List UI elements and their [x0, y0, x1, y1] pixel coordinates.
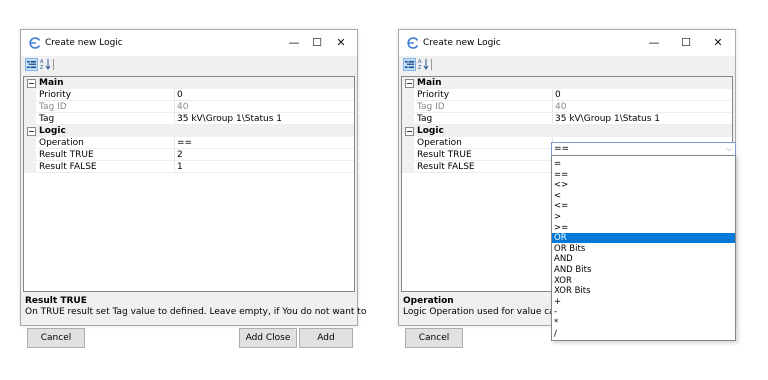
property-row-result-false[interactable]: Result FALSE 1 [24, 161, 354, 173]
property-grid: Main Priority 0 Tag ID 40 Tag 35 kV\Grou… [23, 76, 355, 292]
row-gutter [24, 161, 36, 173]
add-close-button[interactable]: Add Close [239, 328, 297, 348]
property-grid-toolbar: A Z [21, 56, 357, 74]
dropdown-option[interactable]: / [552, 329, 735, 339]
property-row-priority[interactable]: Priority 0 [402, 89, 732, 101]
title-bar[interactable]: Create new Logic — ☐ ✕ [399, 30, 735, 56]
svg-text:Z: Z [418, 65, 422, 70]
category-logic[interactable]: Logic [24, 125, 354, 137]
category-main[interactable]: Main [24, 77, 354, 89]
property-grid-toolbar: A Z [399, 56, 735, 74]
dropdown-option[interactable]: - [552, 307, 735, 317]
category-main[interactable]: Main [402, 77, 732, 89]
property-row-operation[interactable]: Operation == [24, 137, 354, 149]
maximize-icon[interactable]: ☐ [676, 35, 696, 51]
dropdown-option[interactable]: + [552, 297, 735, 307]
dropdown-option[interactable]: <> [552, 180, 735, 190]
window-title: Create new Logic [45, 38, 123, 48]
dropdown-option[interactable]: OR [552, 233, 735, 244]
categorized-view-icon[interactable] [403, 58, 416, 71]
minimize-icon[interactable]: — [644, 35, 664, 51]
row-gutter [402, 161, 414, 173]
dropdown-option[interactable]: >= [552, 223, 735, 233]
operation-dropdown-list[interactable]: = == <> < <= > >= OR OR Bits AND AND Bits XOR XOR Bi… [551, 155, 736, 341]
dropdown-option[interactable]: XOR Bits [552, 286, 735, 296]
row-gutter [402, 137, 414, 149]
dropdown-arrow-icon[interactable]: ⌵ [723, 143, 735, 155]
dropdown-option[interactable]: > [552, 212, 735, 222]
collapse-icon[interactable] [405, 79, 414, 88]
description-text: On TRUE result set Tag value to defined.… [25, 307, 367, 317]
description-panel: Result TRUE On TRUE result set Tag value… [23, 292, 366, 322]
row-gutter [24, 113, 36, 125]
collapse-icon[interactable] [405, 127, 414, 136]
title-bar[interactable]: Create new Logic — ☐ ✕ [21, 30, 357, 56]
dropdown-option[interactable]: OR Bits [552, 244, 735, 254]
row-gutter [24, 149, 36, 161]
toolbar-separator [431, 59, 432, 70]
row-gutter [24, 89, 36, 101]
maximize-icon[interactable]: ☐ [307, 35, 327, 51]
app-logo-icon [29, 37, 41, 49]
collapse-icon[interactable] [27, 79, 36, 88]
dropdown-option[interactable]: AND [552, 254, 735, 264]
minimize-icon[interactable]: — [284, 35, 304, 51]
categorized-view-icon[interactable] [25, 58, 38, 71]
operation-combobox[interactable]: == ⌵ [551, 142, 736, 156]
toolbar-separator [53, 59, 54, 70]
category-label: Main [417, 78, 442, 88]
window-title: Create new Logic [423, 38, 501, 48]
description-title: Result TRUE [25, 296, 87, 306]
dropdown-option[interactable]: == [552, 170, 735, 180]
cancel-button[interactable]: Cancel [27, 328, 85, 348]
app-logo-icon [407, 37, 419, 49]
dropdown-option[interactable]: < [552, 191, 735, 201]
row-gutter [402, 149, 414, 161]
row-divider [36, 172, 354, 173]
property-row-tag-id[interactable]: Tag ID 40 [402, 101, 732, 113]
description-text: Logic Operation used for value calcu [403, 307, 568, 317]
close-icon[interactable]: ✕ [331, 35, 351, 51]
property-row-result-true[interactable]: Result TRUE 2 [24, 149, 354, 161]
close-icon[interactable]: ✕ [708, 35, 728, 51]
row-gutter [402, 113, 414, 125]
dropdown-option[interactable]: AND Bits [552, 265, 735, 275]
property-row-priority[interactable]: Priority 0 [24, 89, 354, 101]
row-gutter [402, 101, 414, 113]
alphabetical-sort-icon[interactable]: A Z [418, 58, 430, 70]
row-gutter [24, 137, 36, 149]
category-label: Main [39, 78, 64, 88]
cancel-button[interactable]: Cancel [405, 328, 463, 348]
add-button[interactable]: Add [299, 328, 353, 348]
dropdown-option[interactable]: <= [552, 201, 735, 211]
category-logic[interactable]: Logic [402, 125, 732, 137]
category-label: Logic [39, 126, 66, 136]
alphabetical-sort-icon[interactable]: A Z [40, 58, 52, 70]
row-gutter [402, 89, 414, 101]
dropdown-option[interactable]: = [552, 159, 735, 169]
left-dialog-window: Create new Logic — ☐ ✕ A Z Main Priority… [20, 29, 366, 348]
property-row-tag[interactable]: Tag 35 kV\Group 1\Status 1 [24, 113, 354, 125]
row-gutter [24, 101, 36, 113]
property-row-tag[interactable]: Tag 35 kV\Group 1\Status 1 [402, 113, 732, 125]
description-title: Operation [403, 296, 454, 306]
category-label: Logic [417, 126, 444, 136]
property-row-tag-id[interactable]: Tag ID 40 [24, 101, 354, 113]
collapse-icon[interactable] [27, 127, 36, 136]
operation-selected-value: == [554, 144, 570, 154]
svg-text:Z: Z [40, 65, 44, 70]
dropdown-option[interactable]: * [552, 318, 735, 328]
dropdown-option[interactable]: XOR [552, 276, 735, 286]
